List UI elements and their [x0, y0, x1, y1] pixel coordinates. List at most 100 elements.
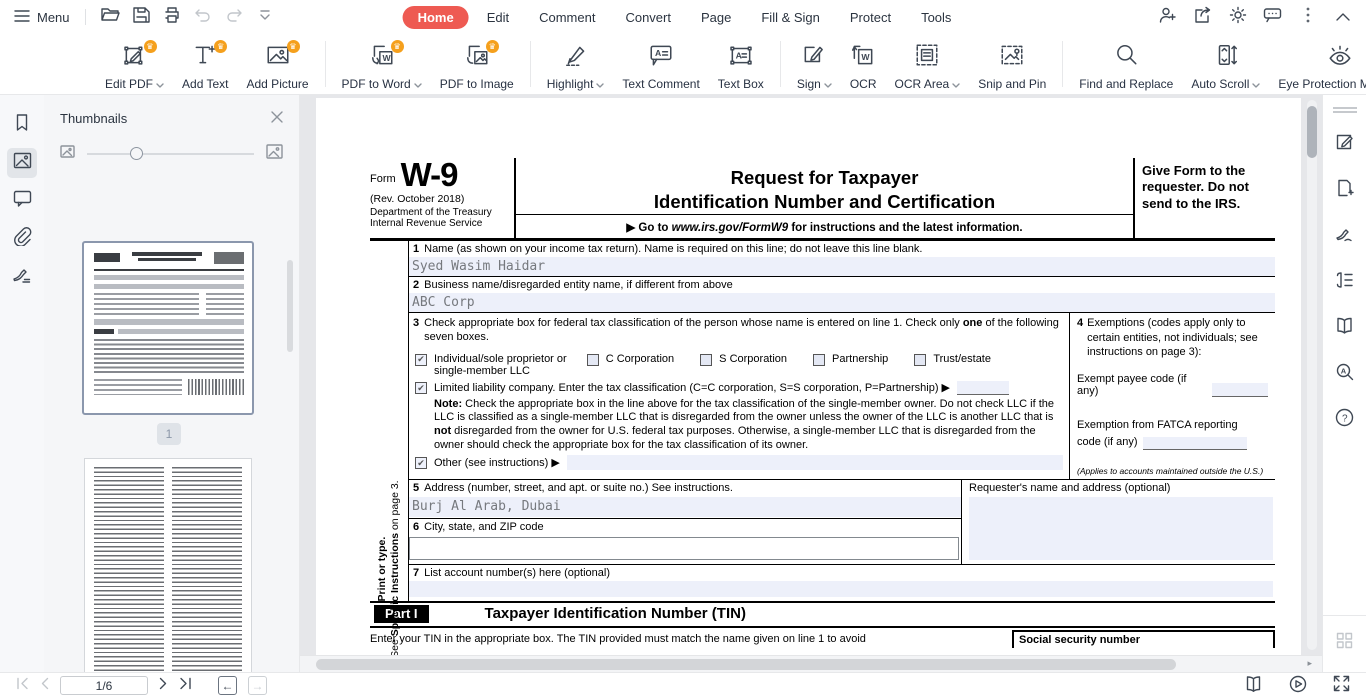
quick-tools-dropdown[interactable]	[252, 4, 279, 30]
collapse-toolbar-button[interactable]	[1329, 4, 1356, 30]
tab-page[interactable]: Page	[689, 6, 743, 29]
checkbox-llc[interactable]: ✔	[415, 382, 427, 394]
attachments-panel-button[interactable]	[7, 224, 37, 254]
fatca-code-field[interactable]	[1143, 437, 1247, 450]
auto-scroll-button[interactable]: Auto Scroll	[1182, 37, 1269, 91]
pdf-to-word-button[interactable]: W ♛ PDF to Word	[333, 37, 431, 91]
previous-view-button[interactable]: ←	[218, 676, 237, 695]
presentation-mode-button[interactable]	[1289, 675, 1307, 698]
last-page-button[interactable]	[179, 677, 192, 695]
redo-button[interactable]	[221, 4, 248, 30]
undo-button[interactable]	[190, 4, 217, 30]
small-image-icon[interactable]	[60, 145, 75, 163]
share-button[interactable]	[1189, 4, 1216, 30]
checkbox-c-corporation[interactable]	[587, 354, 599, 366]
line1-label: Name (as shown on your income tax return…	[424, 243, 922, 256]
business-name-field[interactable]: ABC Corp	[409, 293, 1275, 312]
signatures-panel-button[interactable]	[7, 262, 37, 292]
llc-classification-field[interactable]	[957, 381, 1009, 395]
address-field[interactable]: Burj Al Arab, Dubai	[409, 497, 961, 517]
organize-pages-button[interactable]	[1330, 267, 1360, 297]
name-field[interactable]: Syed Wasim Haidar	[409, 257, 1275, 276]
search-text-button[interactable]: A	[1330, 359, 1360, 389]
page-thumbnail-2[interactable]	[84, 458, 252, 672]
add-picture-button[interactable]: ♛ Add Picture	[238, 37, 318, 91]
apps-grid-button[interactable]	[1330, 628, 1360, 658]
llc-note: Note: Check the appropriate box in the l…	[434, 398, 1061, 453]
large-image-icon[interactable]	[266, 144, 283, 164]
ocr-button[interactable]: W OCR	[841, 37, 886, 91]
line3-label: Check appropriate box for federal tax cl…	[424, 317, 1063, 343]
tab-tools[interactable]: Tools	[909, 6, 963, 29]
vertical-scrollbar[interactable]	[1307, 100, 1317, 650]
first-page-button[interactable]	[16, 677, 29, 695]
settings-button[interactable]	[1224, 4, 1251, 30]
sign-button[interactable]: Sign	[788, 37, 841, 91]
horizontal-scrollbar[interactable]: ▸	[300, 655, 1322, 672]
panel-scrollbar-thumb[interactable]	[287, 260, 293, 352]
document-viewport[interactable]: Form W-9 (Rev. October 2018) Department …	[300, 95, 1322, 672]
sign-tool-button[interactable]	[1330, 221, 1360, 251]
edit-tool-button[interactable]	[1330, 129, 1360, 159]
slider-knob[interactable]	[130, 147, 143, 160]
eye-protection-mode-button[interactable]: Eye Protection Mode	[1269, 37, 1366, 91]
bookmarks-panel-button[interactable]	[7, 110, 37, 140]
next-page-button[interactable]	[159, 677, 168, 695]
open-file-button[interactable]	[97, 4, 124, 30]
checkbox-trust-estate[interactable]	[914, 354, 926, 366]
save-button[interactable]	[128, 4, 155, 30]
checkbox-partnership[interactable]	[813, 354, 825, 366]
previous-page-button[interactable]	[40, 677, 49, 695]
fullscreen-button[interactable]	[1333, 675, 1350, 697]
slider-track[interactable]	[87, 153, 254, 155]
tin-section: Enter your TIN in the appropriate box. T…	[370, 630, 1275, 648]
help-icon: ?	[1335, 408, 1354, 432]
checkbox-other[interactable]: ✔	[415, 457, 427, 469]
tab-fill-sign[interactable]: Fill & Sign	[749, 6, 832, 29]
text-box-button[interactable]: A Text Box	[709, 37, 773, 91]
snip-and-pin-button[interactable]: Snip and Pin	[969, 37, 1055, 91]
scroll-right-arrow-icon[interactable]: ▸	[1307, 658, 1312, 669]
print-button[interactable]	[159, 4, 186, 30]
feedback-button[interactable]	[1259, 4, 1286, 30]
city-state-zip-field[interactable]	[409, 537, 959, 560]
close-icon[interactable]	[271, 111, 283, 126]
highlight-button[interactable]: Highlight	[538, 37, 614, 91]
chevron-down-bar-icon	[258, 8, 272, 26]
horizontal-scrollbar-thumb[interactable]	[316, 659, 1176, 670]
read-mode-button[interactable]	[1244, 676, 1263, 697]
checkbox-s-corporation[interactable]	[700, 354, 712, 366]
exempt-payee-field[interactable]	[1212, 383, 1268, 397]
comments-panel-button[interactable]	[7, 186, 37, 216]
next-view-button[interactable]: →	[248, 676, 267, 695]
vertical-scrollbar-thumb[interactable]	[1307, 106, 1317, 158]
more-options-button[interactable]	[1294, 4, 1321, 30]
checkbox-individual[interactable]: ✔	[415, 354, 427, 366]
tab-convert[interactable]: Convert	[613, 6, 683, 29]
tab-home[interactable]: Home	[403, 6, 469, 29]
text-comment-button[interactable]: A Text Comment	[613, 37, 708, 91]
menu-button[interactable]: Menu	[10, 7, 74, 28]
add-text-button[interactable]: ♛ Add Text	[173, 37, 237, 91]
help-button[interactable]: ?	[1330, 405, 1360, 435]
svg-text:?: ?	[1342, 414, 1348, 425]
pdf-to-image-button[interactable]: ♛ PDF to Image	[431, 37, 523, 91]
page-thumbnail-1[interactable]	[82, 241, 254, 415]
ocr-area-button[interactable]: OCR Area	[886, 37, 970, 91]
part1-header: Part I Taxpayer Identification Number (T…	[370, 601, 1275, 628]
other-instructions-field[interactable]	[567, 455, 1063, 470]
account-numbers-field[interactable]	[409, 581, 1273, 597]
tab-comment[interactable]: Comment	[527, 6, 607, 29]
page-number-input[interactable]: 1/6	[60, 676, 148, 695]
tab-edit[interactable]: Edit	[475, 6, 521, 29]
divider	[85, 9, 86, 25]
reader-book-button[interactable]	[1330, 313, 1360, 343]
rail-drag-handle-icon[interactable]	[1333, 107, 1357, 113]
share-user-button[interactable]	[1154, 4, 1181, 30]
thumbnails-panel-button[interactable]	[7, 148, 37, 178]
edit-pdf-button[interactable]: ♛ Edit PDF	[96, 37, 173, 91]
find-and-replace-button[interactable]: Find and Replace	[1070, 37, 1182, 91]
requester-field[interactable]	[969, 497, 1273, 559]
tab-protect[interactable]: Protect	[838, 6, 903, 29]
new-page-tool-button[interactable]	[1330, 175, 1360, 205]
